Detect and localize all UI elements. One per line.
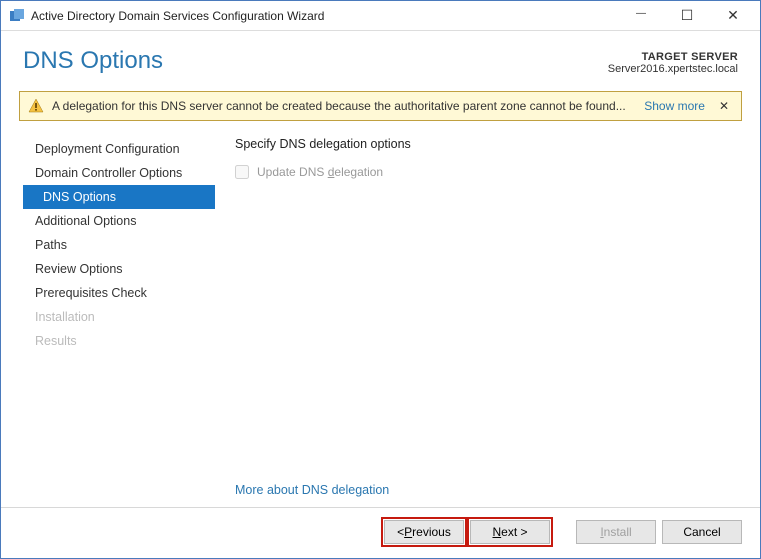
sidebar-item-additional-options[interactable]: Additional Options <box>23 209 215 233</box>
warning-close-button[interactable]: ✕ <box>715 99 733 113</box>
body: Deployment Configuration Domain Controll… <box>1 121 760 507</box>
warning-message: A delegation for this DNS server cannot … <box>52 99 634 113</box>
minimize-button[interactable] <box>618 2 664 30</box>
wizard-steps-sidebar: Deployment Configuration Domain Controll… <box>19 131 219 507</box>
maximize-button[interactable] <box>664 2 710 30</box>
target-server-label: TARGET SERVER <box>608 51 738 63</box>
target-server-block: TARGET SERVER Server2016.xpertstec.local <box>608 47 738 75</box>
window-title: Active Directory Domain Services Configu… <box>31 9 618 23</box>
warning-banner: A delegation for this DNS server cannot … <box>19 91 742 121</box>
warning-show-more-link[interactable]: Show more <box>644 99 705 113</box>
sidebar-item-dns-options[interactable]: DNS Options <box>23 185 215 209</box>
update-dns-delegation-row: Update DNS delegation <box>235 165 732 179</box>
page-header: DNS Options TARGET SERVER Server2016.xpe… <box>1 31 760 85</box>
install-button: Install <box>576 520 656 544</box>
sidebar-item-installation: Installation <box>23 305 215 329</box>
button-gap <box>556 520 570 544</box>
content-description: Specify DNS delegation options <box>235 137 732 151</box>
sidebar-item-paths[interactable]: Paths <box>23 233 215 257</box>
warning-icon <box>28 98 44 114</box>
more-about-dns-link[interactable]: More about DNS delegation <box>235 483 732 497</box>
previous-button[interactable]: < Previous <box>384 520 464 544</box>
cancel-button[interactable]: Cancel <box>662 520 742 544</box>
sidebar-item-deployment-configuration[interactable]: Deployment Configuration <box>23 137 215 161</box>
app-icon <box>9 8 25 24</box>
content-pane: Specify DNS delegation options Update DN… <box>219 131 742 507</box>
close-button[interactable] <box>710 2 756 30</box>
update-dns-delegation-checkbox <box>235 165 249 179</box>
next-button[interactable]: Next > <box>470 520 550 544</box>
title-bar: Active Directory Domain Services Configu… <box>1 1 760 31</box>
sidebar-item-results: Results <box>23 329 215 353</box>
sidebar-item-review-options[interactable]: Review Options <box>23 257 215 281</box>
sidebar-item-prerequisites-check[interactable]: Prerequisites Check <box>23 281 215 305</box>
footer: < Previous Next > Install Cancel <box>1 507 760 558</box>
sidebar-item-domain-controller-options[interactable]: Domain Controller Options <box>23 161 215 185</box>
update-dns-delegation-label: Update DNS delegation <box>257 165 383 179</box>
page-title: DNS Options <box>23 47 608 75</box>
target-server-name: Server2016.xpertstec.local <box>608 63 738 75</box>
content-spacer <box>235 179 732 483</box>
